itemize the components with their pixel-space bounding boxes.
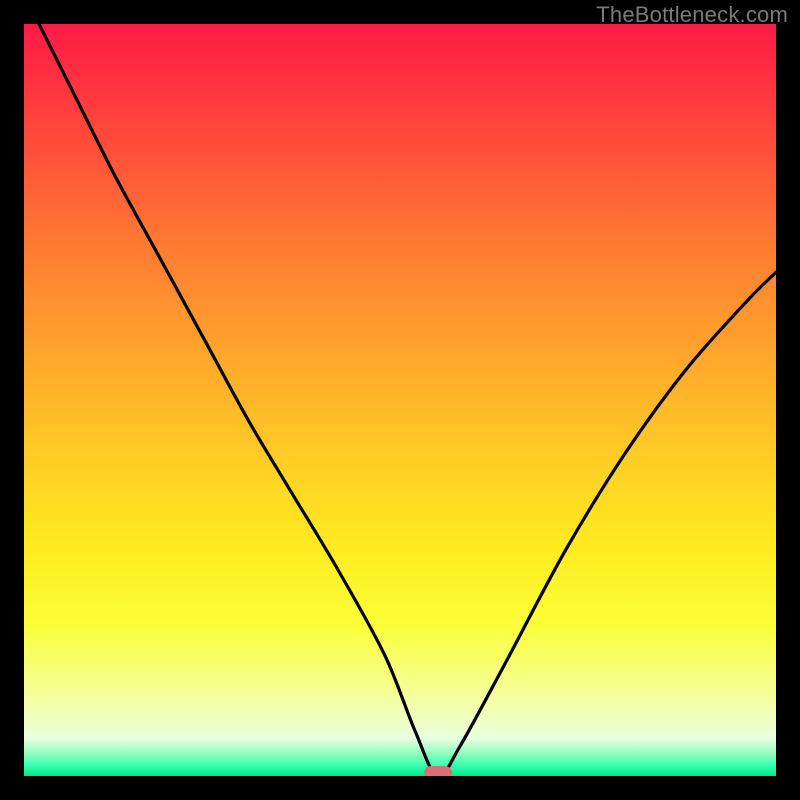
plot-area — [24, 24, 776, 776]
chart-stage: TheBottleneck.com — [0, 0, 800, 800]
bottleneck-curve — [24, 24, 776, 776]
watermark-text: TheBottleneck.com — [596, 2, 788, 28]
optimum-pill — [424, 766, 452, 776]
